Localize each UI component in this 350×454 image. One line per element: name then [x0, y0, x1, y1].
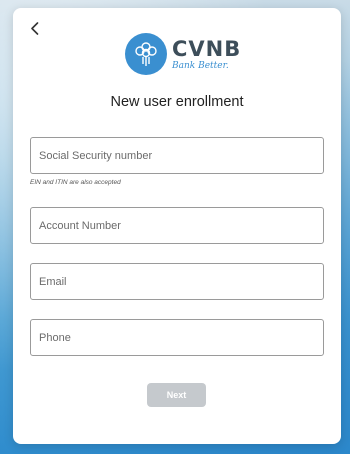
ssn-field[interactable]	[30, 137, 324, 174]
page-title: New user enrollment	[110, 94, 244, 110]
phone-field[interactable]	[30, 319, 324, 356]
chevron-left-icon	[30, 21, 38, 35]
email-field[interactable]	[30, 263, 324, 300]
logo-name: CVNB	[172, 36, 242, 61]
tree-icon	[125, 33, 167, 75]
account-number-field[interactable]	[30, 207, 324, 244]
next-button[interactable]: Next	[147, 383, 206, 407]
ssn-hint: EIN and ITIN are also accepted	[30, 179, 121, 186]
bank-logo: CVNB Bank Better.	[125, 33, 241, 75]
enrollment-card: CVNB Bank Better. New user enrollment EI…	[13, 8, 341, 444]
ssn-input[interactable]	[39, 149, 323, 162]
logo-tagline: Bank Better.	[172, 60, 229, 71]
phone-input[interactable]	[39, 331, 323, 344]
account-number-input[interactable]	[39, 219, 323, 232]
back-button[interactable]	[27, 20, 41, 36]
email-input[interactable]	[39, 275, 323, 288]
